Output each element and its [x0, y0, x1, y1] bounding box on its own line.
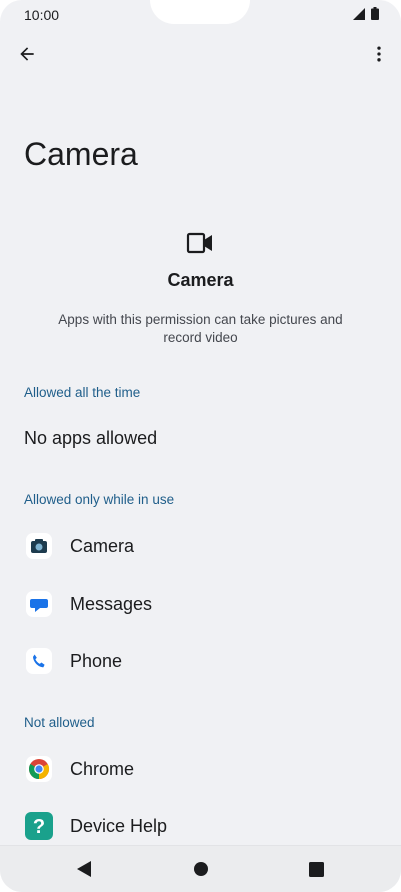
page-title: Camera [24, 136, 138, 172]
more-options-button[interactable] [361, 36, 397, 72]
status-bar: 10:00 [0, 0, 401, 28]
triangle-back-icon [77, 861, 91, 877]
phone-screen: 10:00 Camera Camera Apps with this permi… [0, 0, 401, 892]
no-apps-allowed-text: No apps allowed [24, 428, 158, 448]
app-label: Messages [70, 593, 153, 614]
nav-recents-button[interactable] [299, 852, 333, 886]
app-row-chrome[interactable]: Chrome [0, 741, 401, 797]
app-label: Camera [70, 535, 135, 556]
square-recents-icon [308, 861, 324, 877]
app-label: Phone [70, 650, 123, 671]
videocam-icon [186, 231, 214, 260]
svg-text:?: ? [33, 816, 45, 838]
permission-description: Apps with this permission can take pictu… [58, 312, 343, 345]
app-label: Device Help [70, 815, 168, 836]
app-label: Chrome [70, 758, 135, 779]
arrow-back-icon [20, 47, 34, 61]
status-time: 10:00 [24, 7, 60, 23]
circle-home-icon [194, 862, 208, 876]
app-bar [0, 36, 401, 72]
messages-app-icon [25, 590, 53, 618]
nav-back-button[interactable] [67, 852, 101, 886]
more-vert-icon [377, 46, 381, 62]
section-title-allowed-while-in-use: Allowed only while in use [24, 492, 175, 507]
permission-name: Camera [167, 270, 234, 290]
status-icons [353, 7, 379, 20]
navigation-bar [0, 845, 401, 892]
app-row-phone[interactable]: Phone [0, 633, 401, 689]
camera-app-icon [25, 532, 53, 560]
app-row-messages[interactable]: Messages [0, 576, 401, 632]
device-help-app-icon: ? [25, 812, 53, 840]
section-title-allowed-all-the-time: Allowed all the time [24, 385, 141, 400]
signal-icon [353, 7, 365, 20]
nav-home-button[interactable] [184, 852, 218, 886]
section-title-not-allowed: Not allowed [24, 715, 95, 730]
battery-icon [371, 7, 379, 20]
phone-app-icon [25, 647, 53, 675]
app-row-camera[interactable]: Camera [0, 518, 401, 574]
chrome-app-icon [25, 755, 53, 783]
back-button[interactable] [9, 36, 45, 72]
